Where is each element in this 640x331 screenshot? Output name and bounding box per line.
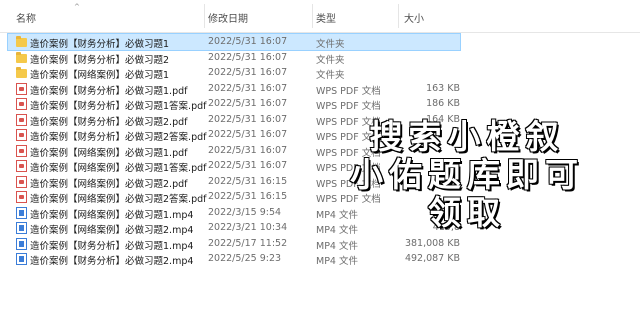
file-date: 2022/5/31 16:07 xyxy=(208,129,288,140)
file-size: 163 KB xyxy=(426,82,460,94)
pdf-icon xyxy=(16,175,27,188)
file-row[interactable]: 造价案例【财务分析】必做习题1.pdf 2022/5/31 16:07 WPS PD… xyxy=(8,81,460,97)
file-type: MP4 文件 xyxy=(316,240,358,252)
file-type: 文件夹 xyxy=(316,39,345,50)
sort-chevron-icon[interactable]: ^ xyxy=(74,3,80,11)
file-name: 造价案例【网络案例】必做习题1 xyxy=(30,70,170,81)
file-date: 2022/5/31 16:07 xyxy=(208,98,288,109)
file-row[interactable]: 造价案例【财务分析】必做习题1答案.pdf 2022/5/31 16:07 WPS … xyxy=(8,96,460,112)
file-name: 造价案例【财务分析】必做习题2答案.pdf xyxy=(30,132,207,143)
mp4-icon xyxy=(16,206,27,219)
file-row[interactable]: 造价案例【网络案例】必做习题1 2022/5/31 16:07 文件夹 xyxy=(8,65,460,81)
folder-icon xyxy=(16,51,27,63)
file-date: 2022/5/31 16:07 xyxy=(208,144,288,156)
file-date: 2022/5/31 16:07 xyxy=(208,113,288,125)
file-date: 2022/5/31 16:07 xyxy=(208,160,288,171)
column-header-bar: ^ 名称 修改日期 类型 大小 xyxy=(0,0,640,33)
file-date: 2022/3/15 9:54 xyxy=(208,206,282,218)
file-size: 186 KB xyxy=(426,98,460,109)
file-row[interactable]: 造价案例【财务分析】必做习题2 2022/5/31 16:07 文件夹 xyxy=(8,50,460,66)
file-date: 2022/5/31 16:15 xyxy=(208,191,288,202)
file-name: 造价案例【财务分析】必做习题2.pdf xyxy=(30,116,188,128)
file-name: 造价案例【网络案例】必做习题2.pdf xyxy=(30,178,188,190)
file-name: 造价案例【网络案例】必做习题1.mp4 xyxy=(30,209,194,221)
file-name: 造价案例【财务分析】必做习题1答案.pdf xyxy=(30,101,207,112)
file-row[interactable]: 造价案例【财务分析】必做习题2.mp4 2022/5/25 9:23 MP4 文件 4… xyxy=(8,251,460,267)
overlay-line-2: 小佑题库即可 xyxy=(349,155,584,195)
file-date: 2022/5/31 16:07 xyxy=(208,51,288,63)
pdf-icon xyxy=(16,144,27,157)
file-type: 文件夹 xyxy=(316,70,345,81)
file-date: 2022/5/31 16:07 xyxy=(208,67,288,78)
file-row[interactable]: 造价案例【财务分析】必做习题1 2022/5/31 16:07 文件夹 xyxy=(7,33,461,51)
folder-icon xyxy=(16,67,27,78)
file-name: 造价案例【网络案例】必做习题2.mp4 xyxy=(30,225,194,236)
file-name: 造价案例【财务分析】必做习题1 xyxy=(30,39,170,50)
file-name: 造价案例【财务分析】必做习题2.mp4 xyxy=(30,256,194,267)
file-name: 造价案例【财务分析】必做习题1.pdf xyxy=(30,85,188,97)
column-header-date[interactable]: 修改日期 xyxy=(208,10,248,25)
file-type: WPS PDF 文档 xyxy=(316,85,381,97)
overlay-line-1: 搜索小橙叙 xyxy=(369,117,565,157)
file-type: WPS PDF 文档 xyxy=(316,101,381,112)
file-type: 文件夹 xyxy=(316,54,345,66)
file-date: 2022/5/25 9:23 xyxy=(208,253,282,264)
folder-icon xyxy=(16,36,27,47)
file-date: 2022/5/31 16:07 xyxy=(208,82,288,94)
file-name: 造价案例【网络案例】必做习题2答案.pdf xyxy=(30,194,207,205)
column-divider[interactable] xyxy=(204,4,205,28)
file-row[interactable]: 造价案例【财务分析】必做习题1.mp4 2022/5/17 11:52 MP4 文件… xyxy=(8,236,460,252)
pdf-icon xyxy=(16,113,27,126)
file-name: 造价案例【财务分析】必做习题1.mp4 xyxy=(30,240,194,252)
file-date: 2022/5/31 16:15 xyxy=(208,175,288,187)
column-header-type[interactable]: 类型 xyxy=(316,10,336,25)
column-divider[interactable] xyxy=(312,4,313,28)
file-name: 造价案例【财务分析】必做习题2 xyxy=(30,54,170,66)
overlay-line-3: 领取 xyxy=(427,193,506,233)
mp4-icon xyxy=(16,237,27,250)
file-name: 造价案例【网络案例】必做习题1答案.pdf xyxy=(30,163,207,174)
pdf-icon xyxy=(16,160,27,172)
pdf-icon xyxy=(16,129,27,141)
column-header-name[interactable]: 名称 xyxy=(16,10,36,25)
file-size: 381,008 KB xyxy=(404,237,460,249)
promo-overlay-text: 搜索小橙叙 小佑题库即可 领取 xyxy=(332,117,602,233)
mp4-icon xyxy=(16,222,27,234)
mp4-icon xyxy=(16,253,27,265)
file-date: 2022/5/31 16:07 xyxy=(208,36,288,47)
pdf-icon xyxy=(16,191,27,203)
column-header-size[interactable]: 大小 xyxy=(404,10,424,25)
file-name: 造价案例【网络案例】必做习题1.pdf xyxy=(30,147,188,159)
file-size: 492,087 KB xyxy=(404,253,460,264)
column-divider[interactable] xyxy=(398,4,399,28)
pdf-icon xyxy=(16,98,27,110)
file-date: 2022/3/21 10:34 xyxy=(208,222,288,233)
pdf-icon xyxy=(16,82,27,95)
file-date: 2022/5/17 11:52 xyxy=(208,237,288,249)
file-type: MP4 文件 xyxy=(316,256,358,267)
